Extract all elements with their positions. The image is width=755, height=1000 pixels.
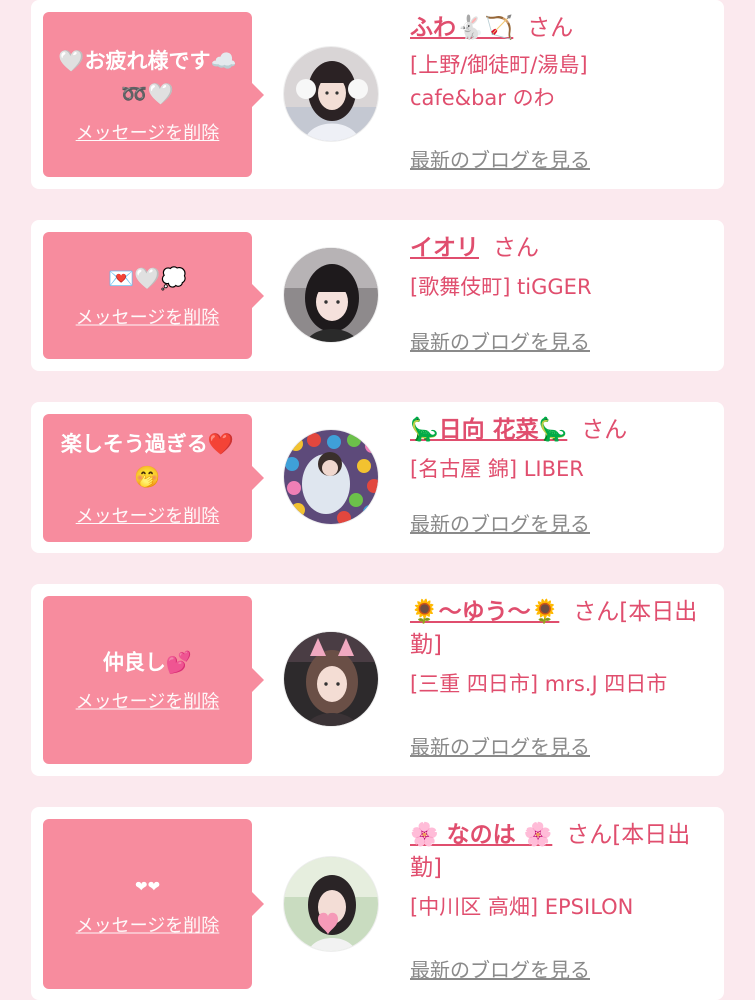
message-bubble: 💌🤍💭 メッセージを削除	[43, 232, 264, 359]
honorific: さん	[527, 15, 574, 41]
latest-blog-link[interactable]: 最新のブログを見る	[410, 958, 590, 982]
profile-info: 🦕日向 花菜🦕 さん [名古屋 錦] LIBER	[410, 414, 710, 486]
message-bubble: 楽しそう過ぎる❤️🤭 メッセージを削除	[43, 414, 264, 542]
delete-message-link[interactable]: メッセージを削除	[76, 692, 220, 714]
avatar[interactable]	[283, 631, 379, 727]
profile-name-link[interactable]: 🌸 なのは 🌸	[410, 822, 552, 848]
delete-message-link[interactable]: メッセージを削除	[76, 916, 220, 938]
latest-blog-link[interactable]: 最新のブログを見る	[410, 330, 590, 354]
avatar-photo-girl-dark-hair-icon	[284, 248, 378, 342]
message-text: 💌🤍💭	[108, 266, 187, 290]
profile-info: イオリ さん [歌舞伎町] tiGGER	[410, 232, 710, 304]
honorific: さん	[566, 822, 613, 848]
avatar-photo-girl-heart-sticker-icon	[284, 857, 378, 951]
shop-name: [名古屋 錦] LIBER	[410, 457, 584, 481]
avatar-photo-girl-white-earmuffs-icon	[284, 47, 378, 141]
message-list: 🤍お疲れ様です☁️➿🤍 メッセージを削除 ふわ🐇🏹 さん [上野/御徒町/湯島]…	[0, 0, 755, 1000]
honorific: さん	[573, 599, 620, 625]
message-bubble: ❤❤ メッセージを削除	[43, 819, 264, 989]
shop-name: [上野/御徒町/湯島] cafe&bar のわ	[410, 53, 588, 110]
shop-name: [中川区 高畑] EPSILON	[410, 895, 634, 919]
profile-name-link[interactable]: ふわ🐇🏹	[410, 15, 513, 41]
message-text: 仲良し💕	[102, 650, 193, 675]
profile-info: 🌻〜ゆう〜🌻 さん[本日出勤] [三重 四日市] mrs.J 四日市	[410, 596, 710, 701]
message-text: 🤍お疲れ様です☁️➿🤍	[58, 48, 237, 106]
latest-blog-link[interactable]: 最新のブログを見る	[410, 512, 590, 536]
message-card: 💌🤍💭 メッセージを削除 イオリさん [歌舞伎町] tiGGER 最新のブログ	[31, 220, 724, 371]
delete-message-link[interactable]: メッセージを削除	[76, 123, 220, 145]
avatar[interactable]	[283, 429, 379, 525]
message-card: 楽しそう過ぎる❤️🤭 メッセージを削除 🦕日向 花菜🦕 さん [名古屋 錦] L…	[31, 402, 724, 553]
honorific: さん	[493, 235, 539, 261]
honorific: さん	[581, 417, 628, 443]
avatar[interactable]	[283, 856, 379, 952]
profile-info: ふわ🐇🏹 さん [上野/御徒町/湯島] cafe&bar のわ	[410, 12, 710, 115]
delete-message-link[interactable]: メッセージを削除	[76, 506, 220, 528]
delete-message-link[interactable]: メッセージを削除	[76, 307, 220, 329]
avatar-photo-ball-pit-icon	[284, 430, 378, 524]
message-card: ❤❤ メッセージを削除 🌸 なのは 🌸 さん[本日出勤] [中川区 高畑] EPS…	[31, 807, 724, 1000]
avatar[interactable]	[283, 46, 379, 142]
avatar-photo-girl-cat-ears-icon	[284, 632, 378, 726]
message-card: 🤍お疲れ様です☁️➿🤍 メッセージを削除 ふわ🐇🏹 さん [上野/御徒町/湯島]…	[31, 0, 724, 189]
profile-name-link[interactable]: 🌻〜ゆう〜🌻	[410, 599, 559, 625]
profile-info: 🌸 なのは 🌸 さん[本日出勤] [中川区 高畑] EPSILON	[410, 819, 710, 924]
message-bubble: 🤍お疲れ様です☁️➿🤍 メッセージを削除	[43, 12, 264, 177]
profile-name-link[interactable]: 🦕日向 花菜🦕	[410, 417, 567, 443]
avatar[interactable]	[283, 247, 379, 343]
message-bubble: 仲良し💕 メッセージを削除	[43, 596, 264, 764]
profile-name-link[interactable]: イオリ	[410, 235, 479, 261]
message-text: 楽しそう過ぎる❤️🤭	[60, 432, 235, 489]
message-text: ❤❤	[134, 877, 161, 896]
message-card: 仲良し💕 メッセージを削除 🌻〜ゆう〜🌻さん[本日出勤] [三重 四日市] m	[31, 584, 724, 776]
shop-name: [歌舞伎町] tiGGER	[410, 275, 592, 299]
latest-blog-link[interactable]: 最新のブログを見る	[410, 148, 590, 172]
shop-name: [三重 四日市] mrs.J 四日市	[410, 672, 668, 696]
latest-blog-link[interactable]: 最新のブログを見る	[410, 735, 590, 759]
